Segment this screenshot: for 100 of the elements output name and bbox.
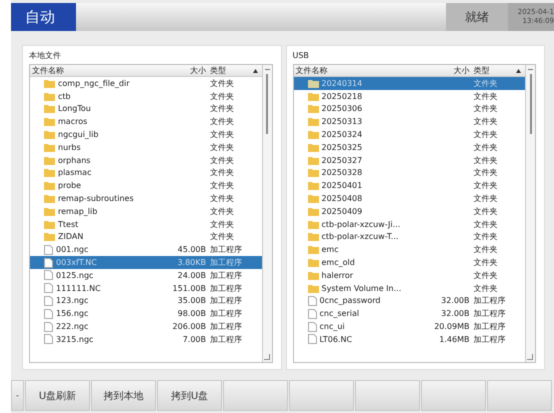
column-header[interactable]: 大小 — [418, 65, 470, 76]
file-row[interactable]: remap_lib 文件夹 — [30, 204, 262, 218]
file-type: 加工程序 — [474, 309, 506, 318]
file-row[interactable]: nurbs 文件夹 — [30, 140, 262, 154]
toolbar-button[interactable]: U盘刷新 — [25, 380, 90, 411]
file-row[interactable]: 222.ngc 206.00B 加工程序 — [30, 320, 262, 333]
file-row[interactable]: Ttest 文件夹 — [30, 218, 262, 231]
column-header[interactable]: 文件名称 — [30, 65, 154, 76]
file-row[interactable]: 111111.NC 151.00B 加工程序 — [30, 282, 262, 295]
folder-icon — [308, 245, 318, 254]
toolbar-button[interactable]: 拷到U盘 — [157, 380, 222, 411]
file-row[interactable]: 20250401 文件夹 — [294, 179, 525, 192]
file-row[interactable]: 20250408 文件夹 — [294, 192, 525, 205]
file-type: 加工程序 — [210, 258, 242, 268]
file-row[interactable]: 20250218 文件夹 — [294, 90, 525, 103]
file-row[interactable]: 20250409 文件夹 — [294, 204, 525, 218]
file-type: 文件夹 — [474, 220, 498, 229]
file-type: 文件夹 — [210, 181, 234, 190]
file-row[interactable]: comp_ngc_file_dir 文件夹 — [30, 77, 262, 90]
scroll-thumb[interactable] — [266, 74, 268, 134]
folder-icon — [44, 206, 55, 216]
file-row[interactable]: 20250306 文件夹 — [294, 102, 525, 116]
file-name: emc — [322, 245, 339, 254]
file-type: 文件夹 — [210, 130, 234, 140]
file-row[interactable]: LT06.NC 1.46MB 加工程序 — [294, 332, 525, 346]
file-row[interactable]: 20250328 文件夹 — [294, 166, 525, 180]
file-row[interactable]: orphans 文件夹 — [30, 154, 262, 167]
file-type: 文件夹 — [210, 117, 234, 126]
file-row[interactable]: emc 文件夹 — [294, 243, 525, 256]
file-row[interactable]: probe 文件夹 — [30, 179, 262, 192]
file-name: orphans — [58, 156, 90, 165]
folder-icon — [308, 270, 318, 280]
file-row[interactable]: 20250313 文件夹 — [294, 115, 525, 128]
file-row[interactable]: LongTou 文件夹 — [30, 102, 262, 116]
folder-icon — [44, 194, 55, 204]
file-icon — [44, 334, 53, 344]
file-icon — [308, 322, 316, 332]
file-row[interactable]: 001.ngc 45.00B 加工程序 — [30, 243, 262, 256]
resize-grip-icon — [527, 354, 533, 360]
file-name: ctb — [58, 92, 71, 101]
folder-icon — [308, 104, 318, 114]
file-row[interactable]: ctb 文件夹 — [30, 90, 262, 103]
scroll-thumb[interactable] — [530, 74, 532, 134]
toolbar-button[interactable]: 拷到本地 — [91, 380, 156, 411]
column-header[interactable]: 类型 — [206, 65, 260, 76]
file-icon — [44, 296, 53, 306]
file-row[interactable]: 20250325 文件夹 — [294, 140, 525, 154]
file-type: 文件夹 — [474, 168, 498, 178]
file-type: 加工程序 — [210, 270, 242, 280]
file-row[interactable]: 3215.ngc 7.00B 加工程序 — [30, 332, 262, 346]
file-row[interactable]: 0cnc_password 32.00B 加工程序 — [294, 294, 525, 308]
file-icon — [44, 322, 53, 332]
file-type: 文件夹 — [210, 156, 234, 165]
file-name: 111111.NC — [56, 284, 101, 293]
file-row[interactable]: cnc_serial 32.00B 加工程序 — [294, 307, 525, 320]
file-name: Ttest — [58, 220, 78, 229]
sort-icon — [516, 69, 521, 73]
file-row[interactable]: plasmac 文件夹 — [30, 166, 262, 180]
file-size: 32.00B — [441, 296, 470, 306]
file-type: 文件夹 — [210, 206, 234, 216]
file-name: cnc_ui — [320, 322, 345, 332]
file-name: 001.ngc — [56, 245, 88, 254]
file-type: 文件夹 — [474, 181, 498, 190]
file-row[interactable]: 20250327 文件夹 — [294, 154, 525, 167]
file-row[interactable]: ZIDAN 文件夹 — [30, 230, 262, 244]
file-row[interactable]: ngcgui_lib 文件夹 — [30, 128, 262, 141]
panel-title: 本地文件 — [29, 50, 61, 62]
column-header[interactable]: 文件名称 — [294, 65, 418, 76]
folder-icon — [308, 142, 318, 152]
file-name: 20250324 — [322, 130, 362, 140]
file-name: 20250409 — [322, 206, 362, 216]
file-type: 文件夹 — [474, 194, 498, 204]
folder-icon — [44, 232, 55, 242]
file-name: 20240314 — [322, 78, 362, 88]
file-row[interactable]: System Volume In... 文件夹 — [294, 282, 525, 295]
file-row[interactable]: 0125.ngc 24.00B 加工程序 — [30, 268, 262, 282]
folder-icon — [308, 206, 318, 216]
column-header[interactable]: 类型 — [470, 65, 524, 76]
file-row[interactable]: 123.ngc 35.00B 加工程序 — [30, 294, 262, 308]
file-icon — [44, 258, 53, 268]
file-row[interactable]: 20250324 文件夹 — [294, 128, 525, 141]
file-row[interactable]: ctb-polar-xzcuw-T... 文件夹 — [294, 230, 525, 244]
file-row[interactable]: emc_old 文件夹 — [294, 256, 525, 269]
file-type: 文件夹 — [474, 130, 498, 140]
file-type: 文件夹 — [474, 206, 498, 216]
file-name: 20250327 — [322, 156, 362, 165]
column-header[interactable]: 大小 — [154, 65, 206, 76]
file-row[interactable]: 156.ngc 98.00B 加工程序 — [30, 307, 262, 320]
file-row[interactable]: remap-subroutines 文件夹 — [30, 192, 262, 205]
file-row[interactable]: ctb-polar-xzcuw-Ji... 文件夹 — [294, 218, 525, 231]
file-size: 7.00B — [182, 334, 206, 344]
file-row[interactable]: macros 文件夹 — [30, 115, 262, 128]
file-row[interactable]: cnc_ui 20.09MB 加工程序 — [294, 320, 525, 333]
file-type: 加工程序 — [474, 334, 506, 344]
scrollbar[interactable] — [525, 65, 535, 362]
collapse-button[interactable]: - — [11, 380, 24, 411]
file-row[interactable]: halerror 文件夹 — [294, 268, 525, 282]
file-name: LT06.NC — [320, 334, 352, 344]
folder-icon — [44, 92, 55, 101]
scrollbar[interactable] — [262, 65, 272, 362]
